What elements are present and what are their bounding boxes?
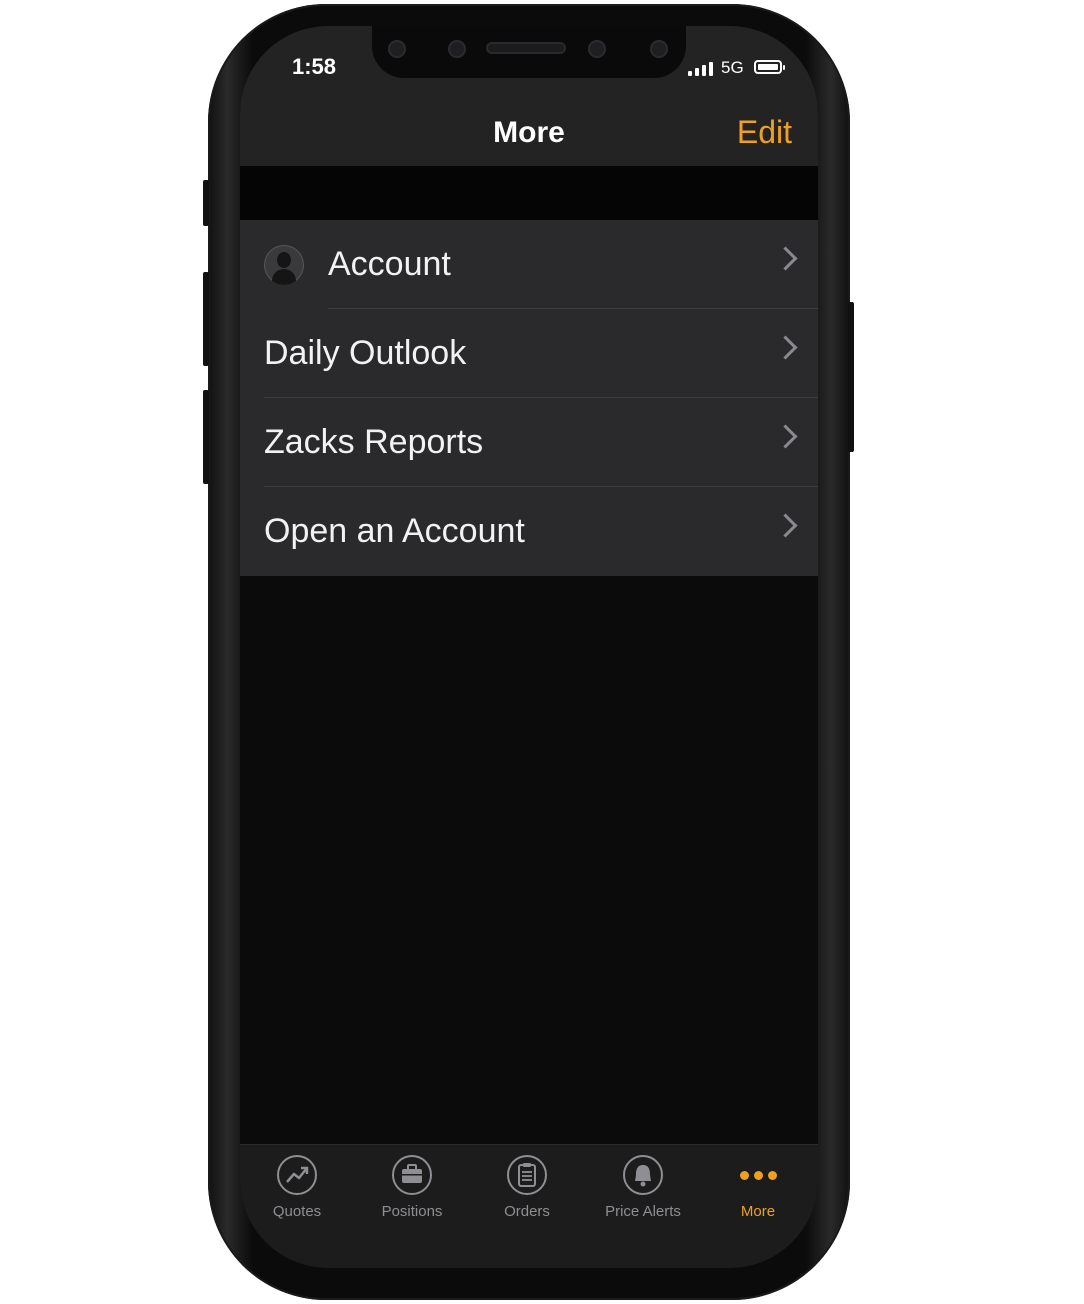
tab-label: Orders	[504, 1203, 550, 1220]
network-type: 5G	[721, 58, 744, 77]
menu-item-label: Open an Account	[264, 512, 525, 550]
volume-down-button	[203, 390, 209, 484]
tab-label: Positions	[381, 1203, 443, 1220]
notch	[372, 26, 686, 78]
sensor-icon	[388, 40, 406, 58]
menu-item-label: Zacks Reports	[264, 423, 484, 461]
tab-positions[interactable]: Positions	[354, 1155, 470, 1220]
navigation-bar: More Edit	[240, 106, 818, 166]
front-camera-icon	[650, 40, 668, 58]
clipboard-icon	[507, 1155, 547, 1195]
sensor-icon	[588, 40, 606, 58]
tab-label: More	[740, 1203, 776, 1220]
menu-item-zacks-reports[interactable]: Zacks Reports	[240, 398, 818, 487]
tab-orders[interactable]: Orders	[469, 1155, 585, 1220]
chart-trend-icon	[277, 1155, 317, 1195]
tab-price-alerts[interactable]: Price Alerts	[585, 1155, 701, 1220]
power-button	[848, 302, 854, 452]
sensor-icon	[448, 40, 466, 58]
user-avatar-icon	[264, 244, 304, 285]
more-dots-icon	[700, 1155, 816, 1195]
page-title: More	[493, 116, 565, 149]
phone-screen: 1:58 5G More Edit Account Daily Outlook	[240, 26, 818, 1268]
chevron-right-icon	[773, 335, 798, 360]
edit-button[interactable]: Edit	[737, 114, 792, 151]
tab-bar: Quotes Positions Orders Price Alerts Mor…	[240, 1144, 818, 1268]
menu-item-daily-outlook[interactable]: Daily Outlook	[240, 309, 818, 398]
bell-icon	[623, 1155, 663, 1195]
mute-switch	[203, 180, 209, 226]
menu-item-open-an-account[interactable]: Open an Account	[240, 487, 818, 576]
tab-more[interactable]: More	[700, 1155, 816, 1220]
menu-item-label: Account	[328, 245, 451, 283]
chevron-right-icon	[773, 424, 798, 449]
menu-item-label: Daily Outlook	[264, 334, 467, 372]
tab-label: Price Alerts	[605, 1203, 681, 1220]
menu-item-account[interactable]: Account	[240, 220, 818, 309]
status-bar: 1:58 5G	[240, 26, 818, 106]
signal-strength-icon	[688, 62, 713, 76]
tab-quotes[interactable]: Quotes	[240, 1155, 355, 1220]
briefcase-icon	[392, 1155, 432, 1195]
chevron-right-icon	[773, 246, 798, 271]
tab-label: Quotes	[272, 1203, 322, 1220]
battery-icon	[754, 60, 785, 74]
speaker-grille	[486, 42, 566, 54]
status-time: 1:58	[292, 54, 337, 79]
chevron-right-icon	[773, 513, 798, 538]
more-menu-list: Account Daily Outlook Zacks Reports Open…	[240, 220, 818, 576]
volume-up-button	[203, 272, 209, 366]
section-spacer	[240, 166, 818, 220]
